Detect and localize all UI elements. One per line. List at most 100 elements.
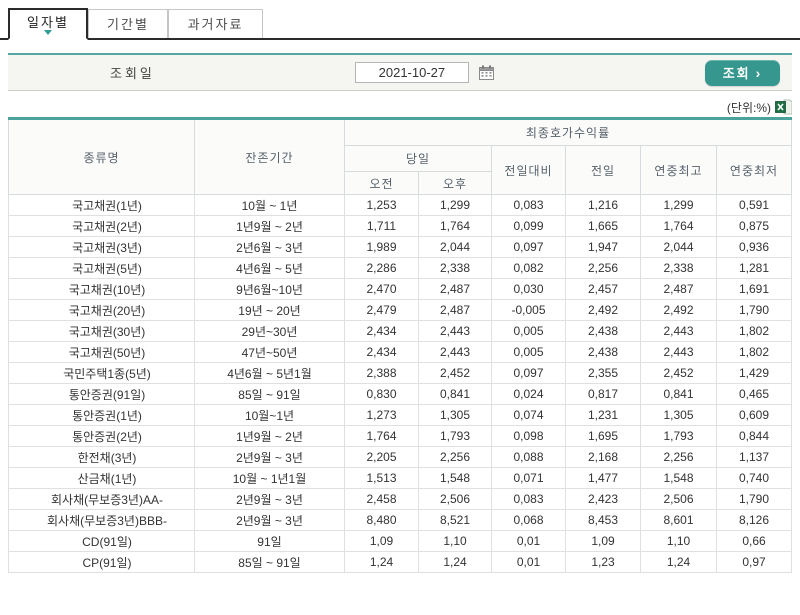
table-row: 한전채(3년)2년9월 ~ 3년2,2052,2560,0882,1682,25… xyxy=(9,447,792,468)
cell-vs-previous: 0,071 xyxy=(492,468,566,489)
cell-bond-name[interactable]: CP(91일) xyxy=(9,552,195,573)
cell-year-low: 1,802 xyxy=(717,342,792,363)
tab-period[interactable]: 기간별 xyxy=(88,9,168,38)
header-year-high: 연중최고 xyxy=(641,146,717,195)
cell-remaining-period: 1년9월 ~ 2년 xyxy=(195,216,345,237)
cell-bond-name[interactable]: 회사채(무보증3년)AA- xyxy=(9,489,195,510)
cell-bond-name[interactable]: 국고채권(50년) xyxy=(9,342,195,363)
cell-year-low: 1,790 xyxy=(717,300,792,321)
table-row: 회사채(무보증3년)AA-2년9월 ~ 3년2,4582,5060,0832,4… xyxy=(9,489,792,510)
cell-bond-name[interactable]: 국고채권(10년) xyxy=(9,279,195,300)
cell-previous-day: 1,231 xyxy=(566,405,641,426)
cell-vs-previous: -0,005 xyxy=(492,300,566,321)
cell-pm-yield: 2,487 xyxy=(419,279,492,300)
search-button[interactable]: 조회 › xyxy=(705,60,780,86)
cell-bond-name[interactable]: 국고채권(5년) xyxy=(9,258,195,279)
table-row: 회사채(무보증3년)BBB-2년9월 ~ 3년8,4808,5210,0688,… xyxy=(9,510,792,531)
cell-year-high: 2,506 xyxy=(641,489,717,510)
cell-previous-day: 1,09 xyxy=(566,531,641,552)
cell-year-low: 1,429 xyxy=(717,363,792,384)
cell-bond-name[interactable]: 통안증권(2년) xyxy=(9,426,195,447)
cell-year-low: 1,137 xyxy=(717,447,792,468)
cell-year-low: 0,740 xyxy=(717,468,792,489)
cell-am-yield: 1,989 xyxy=(345,237,419,258)
table-row: 산금채(1년)10월 ~ 1년1월1,5131,5480,0711,4771,5… xyxy=(9,468,792,489)
cell-bond-name[interactable]: 국고채권(3년) xyxy=(9,237,195,258)
cell-pm-yield: 1,548 xyxy=(419,468,492,489)
cell-previous-day: 1,947 xyxy=(566,237,641,258)
cell-am-yield: 2,388 xyxy=(345,363,419,384)
header-pm: 오후 xyxy=(419,172,492,195)
cell-vs-previous: 0,097 xyxy=(492,237,566,258)
table-toolbar: (단위:%) xyxy=(8,91,792,117)
tab-bar: 일자별 기간별 과거자료 xyxy=(0,8,800,40)
tab-daily-label: 일자별 xyxy=(27,15,69,30)
cell-previous-day: 2,423 xyxy=(566,489,641,510)
query-date-input[interactable] xyxy=(355,62,469,83)
cell-vs-previous: 0,097 xyxy=(492,363,566,384)
cell-remaining-period: 4년6월 ~ 5년1월 xyxy=(195,363,345,384)
tab-history[interactable]: 과거자료 xyxy=(168,9,263,38)
cell-pm-yield: 2,443 xyxy=(419,342,492,363)
cell-bond-name[interactable]: 회사채(무보증3년)BBB- xyxy=(9,510,195,531)
filter-bar: 조회일 조회 › xyxy=(8,53,792,91)
excel-export-icon[interactable] xyxy=(775,99,792,115)
cell-pm-yield: 1,793 xyxy=(419,426,492,447)
cell-am-yield: 2,205 xyxy=(345,447,419,468)
cell-am-yield: 2,479 xyxy=(345,300,419,321)
cell-vs-previous: 0,074 xyxy=(492,405,566,426)
cell-vs-previous: 0,068 xyxy=(492,510,566,531)
cell-remaining-period: 2년9월 ~ 3년 xyxy=(195,510,345,531)
cell-am-yield: 0,830 xyxy=(345,384,419,405)
cell-pm-yield: 2,452 xyxy=(419,363,492,384)
header-bond-type: 종류명 xyxy=(9,119,195,195)
cell-remaining-period: 4년6월 ~ 5년 xyxy=(195,258,345,279)
cell-year-high: 2,338 xyxy=(641,258,717,279)
cell-am-yield: 2,286 xyxy=(345,258,419,279)
cell-bond-name[interactable]: CD(91일) xyxy=(9,531,195,552)
cell-bond-name[interactable]: 국고채권(2년) xyxy=(9,216,195,237)
cell-vs-previous: 0,083 xyxy=(492,195,566,216)
cell-bond-name[interactable]: 국고채권(20년) xyxy=(9,300,195,321)
cell-am-yield: 2,458 xyxy=(345,489,419,510)
cell-remaining-period: 10월 ~ 1년1월 xyxy=(195,468,345,489)
cell-remaining-period: 2년9월 ~ 3년 xyxy=(195,489,345,510)
tab-daily[interactable]: 일자별 xyxy=(8,8,88,40)
cell-bond-name[interactable]: 국민주택1종(5년) xyxy=(9,363,195,384)
cell-pm-yield: 2,506 xyxy=(419,489,492,510)
cell-vs-previous: 0,024 xyxy=(492,384,566,405)
cell-bond-name[interactable]: 통안증권(91일) xyxy=(9,384,195,405)
cell-year-high: 1,764 xyxy=(641,216,717,237)
cell-year-high: 1,299 xyxy=(641,195,717,216)
table-row: 국고채권(2년)1년9월 ~ 2년1,7111,7640,0991,6651,7… xyxy=(9,216,792,237)
yield-table: 종류명 잔존기간 최종호가수익률 당일 전일대비 전일 연중최고 연중최저 오전… xyxy=(8,117,792,573)
cell-year-high: 2,492 xyxy=(641,300,717,321)
cell-am-yield: 8,480 xyxy=(345,510,419,531)
header-am: 오전 xyxy=(345,172,419,195)
cell-pm-yield: 1,299 xyxy=(419,195,492,216)
cell-remaining-period: 47년~50년 xyxy=(195,342,345,363)
cell-vs-previous: 0,01 xyxy=(492,552,566,573)
cell-bond-name[interactable]: 한전채(3년) xyxy=(9,447,195,468)
cell-vs-previous: 0,083 xyxy=(492,489,566,510)
cell-remaining-period: 19년 ~ 20년 xyxy=(195,300,345,321)
cell-year-low: 1,790 xyxy=(717,489,792,510)
cell-previous-day: 2,355 xyxy=(566,363,641,384)
cell-pm-yield: 2,256 xyxy=(419,447,492,468)
cell-year-high: 2,044 xyxy=(641,237,717,258)
cell-vs-previous: 0,098 xyxy=(492,426,566,447)
cell-bond-name[interactable]: 통안증권(1년) xyxy=(9,405,195,426)
cell-remaining-period: 2년6월 ~ 3년 xyxy=(195,237,345,258)
cell-previous-day: 2,438 xyxy=(566,321,641,342)
cell-pm-yield: 2,443 xyxy=(419,321,492,342)
calendar-icon[interactable] xyxy=(479,65,494,80)
cell-bond-name[interactable]: 국고채권(1년) xyxy=(9,195,195,216)
cell-remaining-period: 10월~1년 xyxy=(195,405,345,426)
cell-year-low: 1,691 xyxy=(717,279,792,300)
cell-bond-name[interactable]: 국고채권(30년) xyxy=(9,321,195,342)
cell-previous-day: 8,453 xyxy=(566,510,641,531)
cell-bond-name[interactable]: 산금채(1년) xyxy=(9,468,195,489)
unit-label: (단위:%) xyxy=(727,99,771,116)
query-date-label: 조회일 xyxy=(110,63,155,82)
cell-previous-day: 1,477 xyxy=(566,468,641,489)
